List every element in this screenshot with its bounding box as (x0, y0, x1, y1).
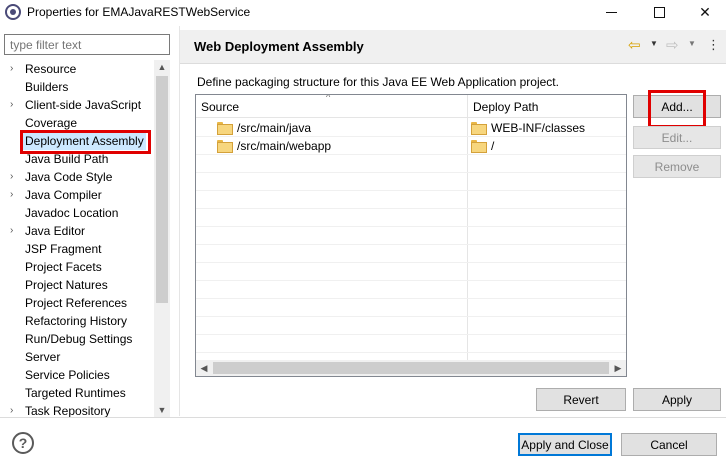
table-row[interactable]: /src/main/java WEB-INF/classes (196, 119, 626, 137)
apply-and-close-button[interactable]: Apply and Close (518, 433, 612, 456)
filter-input[interactable] (4, 34, 170, 55)
deploy-path-cell: / (471, 139, 494, 153)
table-row (196, 191, 626, 209)
table-row (196, 335, 626, 353)
table-row (196, 155, 626, 173)
window-title: Properties for EMAJavaRESTWebService (27, 5, 251, 19)
close-icon: ✕ (699, 4, 711, 20)
chevron-right-icon[interactable]: › (10, 222, 20, 240)
tree-item-java-editor[interactable]: › Java Editor (0, 222, 154, 240)
table-row (196, 173, 626, 191)
deploy-path-cell: WEB-INF/classes (471, 121, 585, 135)
table-row (196, 281, 626, 299)
tree-item-project-natures[interactable]: Project Natures (0, 276, 154, 294)
tree-item-service-policies[interactable]: Service Policies (0, 366, 154, 384)
chevron-up-icon[interactable]: ▲ (154, 60, 170, 74)
highlight-box-add (648, 90, 706, 128)
column-header-deploy-path[interactable]: Deploy Path (473, 100, 538, 114)
eclipse-icon (5, 4, 21, 20)
table-row[interactable]: /src/main/webapp / (196, 137, 626, 155)
minimize-button[interactable] (588, 0, 634, 25)
folder-icon (217, 140, 233, 153)
chevron-right-icon[interactable]: › (10, 186, 20, 204)
tree-item-java-code-style[interactable]: › Java Code Style (0, 168, 154, 186)
maximize-button[interactable] (636, 0, 682, 25)
sort-caret-icon: ^ (326, 94, 331, 102)
maximize-icon (653, 7, 665, 18)
back-dropdown-icon[interactable]: ▼ (650, 39, 658, 48)
view-menu-icon[interactable]: ⋮ (707, 37, 720, 53)
minimize-icon (605, 12, 617, 13)
highlight-box-deployment-assembly (20, 130, 151, 154)
table-row (196, 263, 626, 281)
tree-item-run-debug-settings[interactable]: Run/Debug Settings (0, 330, 154, 348)
page-description: Define packaging structure for this Java… (197, 75, 559, 89)
page-header: Web Deployment Assembly ⇦ ▼ ⇨ ▼ ⋮ (180, 30, 726, 63)
edit-button[interactable]: Edit... (633, 126, 721, 149)
chevron-down-icon[interactable]: ▼ (154, 403, 170, 417)
tree-item-java-compiler[interactable]: › Java Compiler (0, 186, 154, 204)
tree-item-builders[interactable]: Builders (0, 78, 154, 96)
cancel-button[interactable]: Cancel (621, 433, 717, 456)
footer-divider (0, 417, 726, 418)
table-row (196, 245, 626, 263)
apply-button[interactable]: Apply (633, 388, 721, 411)
revert-button[interactable]: Revert (536, 388, 626, 411)
tree-item-refactoring-history[interactable]: Refactoring History (0, 312, 154, 330)
chevron-left-icon[interactable]: ◀ (196, 360, 212, 376)
column-header-source[interactable]: Source (201, 100, 239, 114)
help-icon[interactable]: ? (12, 432, 34, 454)
chevron-right-icon[interactable]: › (10, 60, 20, 78)
tree-item-project-references[interactable]: Project References (0, 294, 154, 312)
folder-icon (471, 140, 487, 153)
property-tree: › Resource Builders › Client-side JavaScri… (0, 60, 172, 418)
table-header: ^ Source Deploy Path (196, 95, 626, 118)
table-row (196, 227, 626, 245)
source-cell: /src/main/java (217, 121, 311, 135)
remove-button[interactable]: Remove (633, 155, 721, 178)
chevron-right-icon[interactable]: › (10, 96, 20, 114)
forward-dropdown-icon[interactable]: ▼ (688, 39, 696, 48)
tree-item-jsp-fragment[interactable]: JSP Fragment (0, 240, 154, 258)
table-row (196, 299, 626, 317)
header-divider (180, 63, 726, 64)
scrollbar-thumb[interactable] (213, 362, 609, 374)
forward-arrow-icon[interactable]: ⇨ (666, 36, 679, 54)
chevron-right-icon[interactable]: ▶ (610, 360, 626, 376)
tree-item-targeted-runtimes[interactable]: Targeted Runtimes (0, 384, 154, 402)
table-row (196, 317, 626, 335)
folder-icon (471, 122, 487, 135)
table-scrollbar[interactable]: ◀ ▶ (196, 360, 626, 376)
close-button[interactable]: ✕ (682, 0, 726, 25)
back-arrow-icon[interactable]: ⇦ (628, 36, 641, 54)
scrollbar-thumb[interactable] (156, 76, 168, 303)
tree-item-server[interactable]: Server (0, 348, 154, 366)
tree-item-project-facets[interactable]: Project Facets (0, 258, 154, 276)
source-cell: /src/main/webapp (217, 139, 331, 153)
table-row (196, 209, 626, 227)
chevron-right-icon[interactable]: › (10, 168, 20, 186)
tree-item-javadoc-location[interactable]: Javadoc Location (0, 204, 154, 222)
tree-item-resource[interactable]: › Resource (0, 60, 154, 78)
tree-item-client-side-javascript[interactable]: › Client-side JavaScript (0, 96, 154, 114)
pane-divider[interactable] (179, 26, 180, 416)
folder-icon (217, 122, 233, 135)
page-title: Web Deployment Assembly (194, 39, 364, 54)
title-bar: Properties for EMAJavaRESTWebService ✕ (0, 0, 726, 25)
tree-scrollbar[interactable]: ▲ ▼ (154, 60, 170, 417)
deployment-table: ^ Source Deploy Path /src/main/java WEB-… (195, 94, 627, 377)
